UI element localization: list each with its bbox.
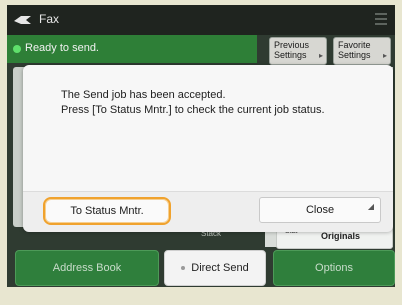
corner-arrow-icon: ▸	[318, 51, 323, 60]
address-book-button[interactable]: Address Book	[15, 250, 159, 286]
window-title: Fax	[39, 12, 60, 26]
fax-screen: Fax Ready to send. Previous Settings ▸ F…	[7, 5, 395, 287]
menu-icon[interactable]	[375, 13, 387, 25]
status-indicator-icon	[13, 45, 21, 53]
options-button[interactable]: Options	[273, 250, 395, 286]
to-status-monitor-button[interactable]: To Status Mntr.	[43, 197, 171, 225]
title-bar: Fax	[7, 5, 395, 35]
previous-settings-button[interactable]: Previous Settings ▸	[269, 37, 327, 65]
radio-dot-icon	[181, 266, 186, 271]
status-bar: Ready to send.	[7, 35, 257, 63]
fax-icon	[14, 16, 31, 24]
direct-send-button[interactable]: Direct Send	[164, 250, 266, 286]
favorite-settings-button[interactable]: Favorite Settings ▸	[333, 37, 391, 65]
close-button[interactable]: Close ◢	[259, 197, 381, 223]
dialog-message: The Send job has been accepted. Press [T…	[61, 89, 325, 116]
corner-arrow-icon: ▸	[382, 51, 387, 60]
corner-arrow-icon: ◢	[367, 202, 374, 211]
job-accepted-dialog: The Send job has been accepted. Press [T…	[23, 65, 393, 232]
status-text: Ready to send.	[25, 42, 99, 54]
